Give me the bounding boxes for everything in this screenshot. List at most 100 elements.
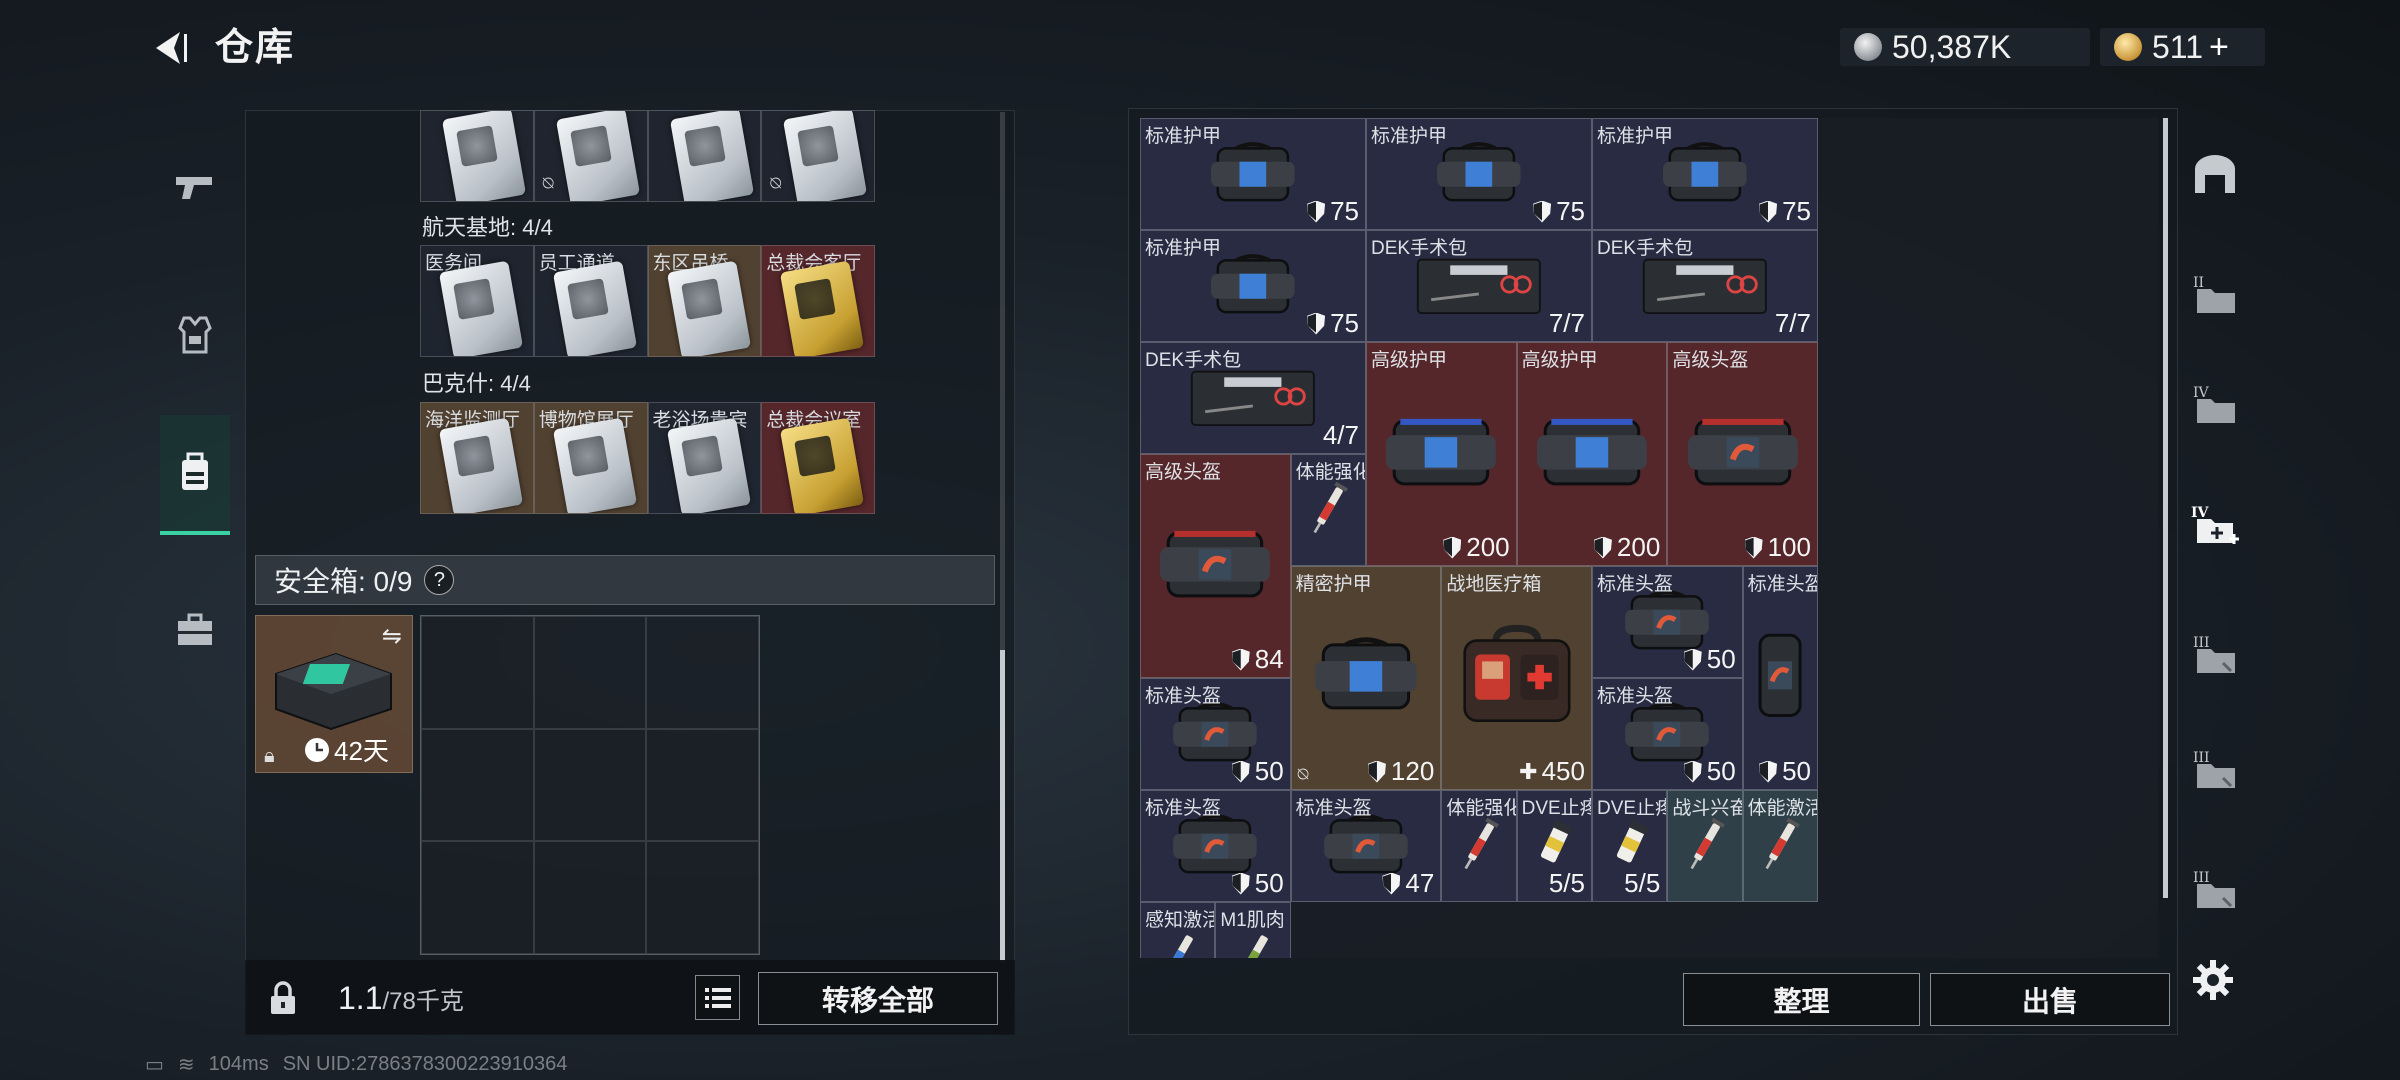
keycard-row-top: ⍉ ⍉ [420,110,875,202]
keycard-slot[interactable]: 总裁会客厅 [761,245,875,357]
safe-slot[interactable] [421,616,534,729]
time-remaining: 42天 [304,731,389,768]
sort-button[interactable]: 整理 [1683,973,1920,1026]
stash-item[interactable]: 标准头盔 50 [1140,678,1291,790]
item-quantity: 5/5 [1624,868,1660,899]
safe-slot[interactable] [646,728,759,842]
device-status-bar: ▭ ≋ 104ms SN UID:2786378300223910364 [145,1052,567,1077]
stash-item[interactable]: 体能激活针 [1742,790,1818,902]
stash-item[interactable]: 标准护甲 75 [1366,118,1592,230]
gold-currency[interactable]: 511 + [2100,28,2265,66]
settings-button[interactable] [2183,950,2243,1010]
item-quantity: 100 [1744,532,1811,563]
stash-tab-6[interactable]: III [2180,840,2250,940]
keycard-icon [438,260,524,356]
safe-slot[interactable] [646,841,759,954]
stash-item[interactable]: 体能强化剂 [1441,790,1517,902]
stash-item[interactable]: 战斗兴奋剂 [1667,790,1743,902]
item-quantity: 5/5 [1549,868,1585,899]
stash-item[interactable]: 战地医疗箱 ✚ 450 [1441,566,1592,790]
safe-case-item[interactable]: ⇋ 🔒︎ 42天 [255,615,413,773]
durability-shield-icon [1683,760,1702,783]
stash-item[interactable]: 高级护甲 200 [1366,342,1517,566]
keycard-slot[interactable] [647,110,762,202]
swap-icon[interactable]: ⇋ [382,622,402,651]
stash-item[interactable]: 标准头盔 47 [1290,790,1442,902]
item-name: 标准护甲 [1145,238,1222,259]
backpack-scrollbar-thumb[interactable] [1000,650,1005,960]
item-name: 体能强化剂 [1446,798,1515,819]
safe-slot[interactable] [533,616,647,729]
add-gold-button[interactable]: + [2209,28,2229,67]
wifi-icon: ≋ [177,1054,195,1076]
armor-tab[interactable] [160,275,230,395]
safe-slot[interactable] [533,841,647,954]
keycard-slot[interactable] [420,110,534,202]
no-extract-icon: ⍉ [770,173,782,193]
backpack-tab[interactable] [160,415,230,535]
stash-tab-4[interactable]: IV [2180,355,2250,455]
keycard-slot[interactable]: 博物馆展厅 [533,402,648,514]
keycard-slot[interactable]: 老浴场贵宾 [647,402,762,514]
keycard-slot[interactable]: 员工通道 [533,245,648,357]
keycard-slot[interactable]: ⍉ [761,110,875,202]
stash-item[interactable]: 感知激活针 [1140,902,1216,958]
stash-item[interactable]: DVE止疼片 5/5 [1592,790,1668,902]
stash-item[interactable]: 高级护甲 200 [1516,342,1668,566]
help-button[interactable]: ? [424,565,455,595]
stash-item[interactable]: 高级头盔 84 [1140,454,1291,678]
stash-item[interactable]: DEK手术包 7/7 [1366,230,1592,342]
safehouse-tab[interactable] [2180,125,2250,225]
stash-tab-add[interactable]: IV [2180,475,2250,575]
armor-bag-icon [1292,594,1441,758]
item-quantity-value: 84 [1254,644,1284,674]
safe-slot[interactable] [646,616,759,729]
stash-item[interactable]: DEK手术包 4/7 [1140,342,1366,454]
stash-tab-2[interactable]: II [2180,245,2250,345]
stash-item[interactable]: 高级头盔 100 [1667,342,1818,566]
stash-item[interactable]: 标准头盔 50 [1742,566,1818,790]
lock-button[interactable] [255,970,310,1025]
stash-tab-3b[interactable]: III [2180,720,2250,820]
padlock-icon [270,980,295,1014]
item-name: 标准护甲 [1145,126,1222,147]
keycard-icon [666,417,751,513]
stash-item[interactable]: 标准护甲 75 [1140,230,1366,342]
stash-item[interactable]: 标准头盔 50 [1592,678,1743,790]
item-name: 标准护甲 [1371,126,1448,147]
keycard-icon [555,111,640,201]
stash-item[interactable]: 标准头盔 50 [1592,566,1743,678]
stash-tab-3[interactable]: III [2180,605,2250,705]
stash-item[interactable]: DEK手术包 7/7 [1592,230,1818,342]
sell-button[interactable]: 出售 [1930,973,2170,1026]
stash-item[interactable]: 标准护甲 75 [1592,118,1818,230]
stash-item[interactable]: 体能强化剂 [1290,454,1366,566]
transfer-all-button[interactable]: 转移全部 [758,972,998,1025]
back-button[interactable] [145,22,195,74]
list-view-button[interactable] [695,975,740,1020]
keycard-slot[interactable]: 总裁会议室 [761,402,875,514]
item-quantity-value: 100 [1767,532,1811,562]
keycard-slot[interactable]: 东区吊桥 [647,245,762,357]
stash-item[interactable]: M1肌肉 [1215,902,1291,958]
stash-item[interactable]: 标准头盔 50 [1140,790,1291,902]
safe-slot[interactable] [421,728,534,842]
stash-item[interactable]: 精密护甲 120 ⍉ [1290,566,1442,790]
keycard-slot[interactable]: 医务间 [420,245,534,357]
keycard-slot[interactable]: ⍉ [533,110,648,202]
stash-scrollbar[interactable] [2163,118,2168,898]
keycard-slot[interactable]: 海洋监测厅 [420,402,534,514]
weapon-tab[interactable] [160,128,230,248]
helmet-bag-red-icon [1141,482,1290,646]
safe-slot[interactable] [533,728,647,842]
days-remaining: 42天 [334,736,389,766]
stash-item[interactable]: DVE止疼片 5/5 [1516,790,1592,902]
keycard-group-title: 巴克什: 4/4 [422,371,531,396]
safe-slot[interactable] [421,841,534,954]
silver-currency[interactable]: 50,387K [1840,28,2090,66]
stash-item[interactable]: 标准护甲 75 [1140,118,1366,230]
toolbox-tab[interactable] [160,570,230,690]
safe-box-grid[interactable] [420,615,760,955]
add-stash-icon: IV [2191,505,2239,544]
item-name: 标准头盔 [1295,798,1372,819]
